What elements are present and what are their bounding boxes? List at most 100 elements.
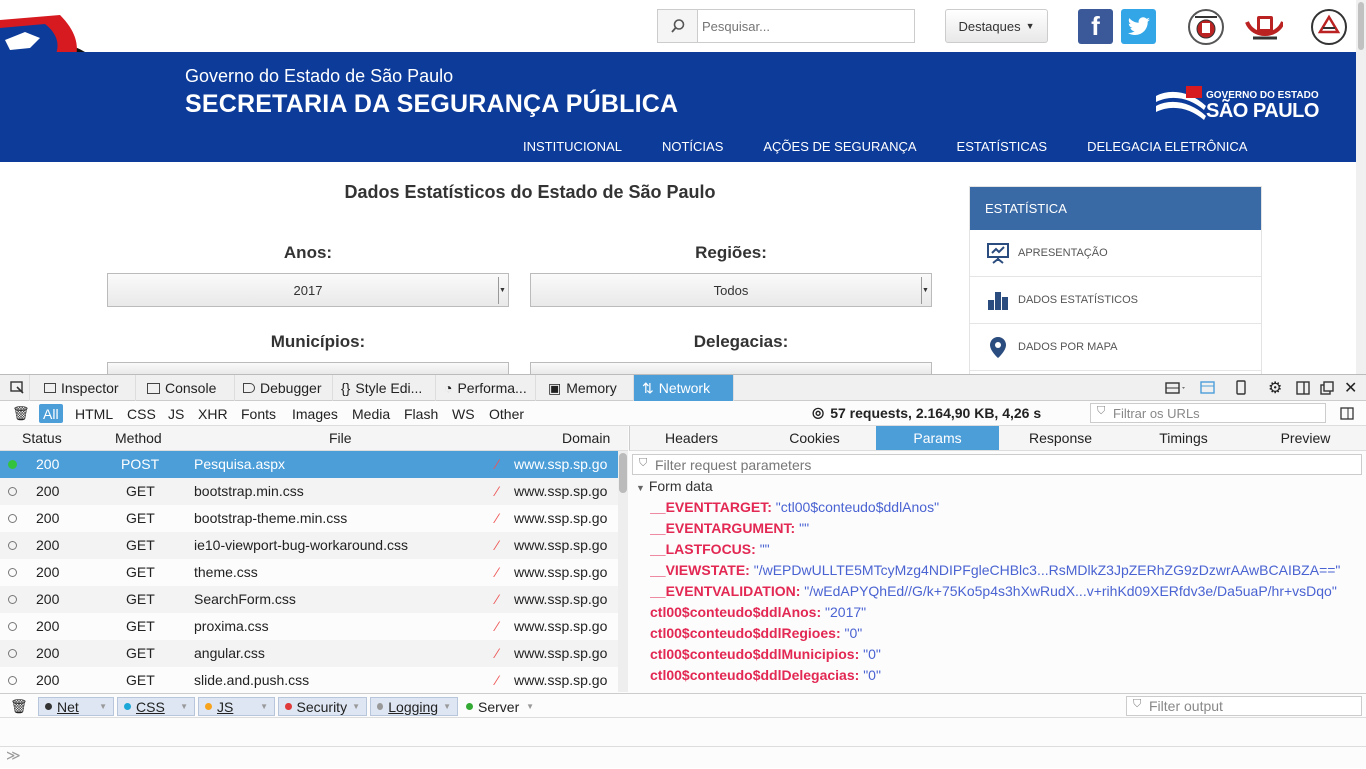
- filter-xhr[interactable]: XHR: [194, 404, 232, 423]
- console-filter-server[interactable]: Server ▼: [460, 697, 540, 716]
- regions-select[interactable]: Todos ▼: [530, 273, 932, 307]
- search-button[interactable]: [658, 10, 698, 42]
- government-logo[interactable]: GOVERNO DO ESTADO SÃO PAULO: [1156, 84, 1331, 124]
- dock-side-icon[interactable]: [1296, 375, 1310, 401]
- responsive-mode-icon[interactable]: [1234, 375, 1248, 401]
- request-row[interactable]: 200 GET SearchForm.css ⁄ www.ssp.sp.go: [0, 586, 628, 613]
- tab-style-editor[interactable]: {} Style Edi...: [333, 375, 436, 401]
- highlights-dropdown[interactable]: Destaques ▼: [945, 9, 1048, 43]
- close-icon[interactable]: ✕: [1344, 375, 1357, 401]
- request-row[interactable]: 200 GET proxima.css ⁄ www.ssp.sp.go: [0, 613, 628, 640]
- nav-delegacia[interactable]: DELEGACIA ELETRÔNICA: [1067, 139, 1267, 154]
- row-status: 200: [36, 645, 60, 661]
- page-scrollbar[interactable]: [1356, 0, 1366, 374]
- precincts-select[interactable]: [530, 362, 932, 374]
- param-row: __LASTFOCUS: "": [650, 541, 770, 557]
- filter-label: Security: [296, 698, 348, 715]
- caret-down-icon: ▼: [1025, 21, 1035, 31]
- filter-images[interactable]: Images: [288, 404, 342, 423]
- console-filter-js[interactable]: JS ▼: [198, 697, 275, 716]
- nav-acoes[interactable]: AÇÕES DE SEGURANÇA: [743, 139, 936, 154]
- scientific-police-badge-icon[interactable]: [1309, 8, 1349, 46]
- tab-headers[interactable]: Headers: [630, 426, 753, 450]
- search-input[interactable]: [702, 16, 902, 36]
- row-file: bootstrap.min.css: [194, 483, 304, 499]
- url-filter-input[interactable]: ⛉ Filtrar os URLs: [1090, 403, 1326, 423]
- request-row[interactable]: 200 GET bootstrap-theme.min.css ⁄ www.ss…: [0, 505, 628, 532]
- filter-other[interactable]: Other: [485, 404, 528, 423]
- undock-window-icon[interactable]: [1320, 375, 1334, 401]
- element-picker-icon[interactable]: [0, 375, 30, 401]
- param-row: ctl00$conteudo$ddlRegioes: "0": [650, 625, 863, 641]
- tab-timings[interactable]: Timings: [1122, 426, 1245, 450]
- col-method[interactable]: Method: [115, 430, 162, 446]
- debugger-icon: [243, 383, 255, 393]
- form-data-section[interactable]: ▼ Form data: [636, 478, 713, 494]
- toggle-sidebar-icon[interactable]: [1336, 404, 1358, 423]
- console-clear-trash-icon[interactable]: 🗑: [4, 697, 34, 716]
- row-file: angular.css: [194, 645, 265, 661]
- twitter-icon[interactable]: [1121, 9, 1156, 44]
- filter-css[interactable]: CSS: [123, 404, 160, 423]
- status-dot-icon: [8, 568, 17, 577]
- filter-media[interactable]: Media: [348, 404, 394, 423]
- filter-js[interactable]: JS: [164, 404, 188, 423]
- sidebar-item-map[interactable]: DADOS POR MAPA: [970, 324, 1261, 371]
- request-row[interactable]: 200 GET slide.and.push.css ⁄ www.ssp.sp.…: [0, 667, 628, 692]
- row-method: GET: [126, 483, 155, 499]
- filter-ws[interactable]: WS: [448, 404, 479, 423]
- facebook-icon[interactable]: f: [1078, 9, 1113, 44]
- console-filter-css[interactable]: CSS ▼: [117, 697, 195, 716]
- tab-debugger[interactable]: Debugger: [235, 375, 333, 401]
- filter-html[interactable]: HTML: [71, 404, 117, 423]
- col-file[interactable]: File: [329, 430, 352, 446]
- sidebar-item-presentation[interactable]: APRESENTAÇÃO: [970, 230, 1261, 277]
- scrollbar-thumb[interactable]: [1358, 2, 1364, 50]
- row-method: GET: [126, 618, 155, 634]
- nav-noticias[interactable]: NOTÍCIAS: [642, 139, 743, 154]
- tab-preview[interactable]: Preview: [1244, 426, 1366, 450]
- tab-performance[interactable]: ◔ Performa...: [436, 375, 536, 401]
- col-domain[interactable]: Domain: [562, 430, 610, 446]
- map-pin-icon: [986, 335, 1010, 359]
- top-bar: Destaques ▼ f: [0, 0, 1366, 162]
- nav-institucional[interactable]: INSTITUCIONAL: [503, 139, 642, 154]
- tab-inspector[interactable]: Inspector: [36, 375, 136, 401]
- years-select[interactable]: 2017 ▼: [107, 273, 509, 307]
- split-console-icon[interactable]: [1200, 375, 1216, 401]
- console-filter-input[interactable]: ⛉ Filter output: [1126, 696, 1362, 716]
- military-police-badge-icon[interactable]: [1186, 8, 1226, 46]
- request-list-scrollbar[interactable]: [618, 451, 628, 692]
- console-input[interactable]: ≫: [0, 746, 1366, 769]
- col-status[interactable]: Status: [22, 430, 62, 446]
- status-dot-icon: [8, 460, 17, 469]
- tab-params[interactable]: Params: [876, 426, 999, 450]
- request-row[interactable]: 200 GET bootstrap.min.css ⁄ www.ssp.sp.g…: [0, 478, 628, 505]
- console-filter-logging[interactable]: Logging ▼: [370, 697, 458, 716]
- clear-trash-icon[interactable]: 🗑: [8, 404, 34, 423]
- console-filter-security[interactable]: Security ▼: [278, 697, 367, 716]
- tab-network[interactable]: ⇅ Network: [634, 375, 734, 401]
- request-row[interactable]: 200 GET theme.css ⁄ www.ssp.sp.go: [0, 559, 628, 586]
- row-domain: www.ssp.sp.go: [514, 618, 608, 634]
- request-row[interactable]: 200 GET angular.css ⁄ www.ssp.sp.go: [0, 640, 628, 667]
- state-coat-of-arms-icon[interactable]: [1243, 8, 1283, 46]
- param-filter-input[interactable]: ⛉ Filter request parameters: [632, 454, 1362, 475]
- tab-memory[interactable]: ▣ Memory: [536, 375, 634, 401]
- dock-layout-icon[interactable]: [1165, 375, 1187, 401]
- filter-fonts[interactable]: Fonts: [237, 404, 280, 423]
- tab-cookies[interactable]: Cookies: [753, 426, 876, 450]
- filter-all[interactable]: All: [39, 404, 63, 423]
- nav-estatisticas[interactable]: ESTATÍSTICAS: [937, 139, 1068, 154]
- tab-response[interactable]: Response: [999, 426, 1122, 450]
- console-filter-net[interactable]: Net ▼: [38, 697, 114, 716]
- scrollbar-thumb[interactable]: [619, 453, 627, 493]
- request-row[interactable]: 200 POST Pesquisa.aspx ⁄ www.ssp.sp.go: [0, 451, 628, 478]
- municipalities-select[interactable]: [107, 362, 509, 374]
- filter-flash[interactable]: Flash: [400, 404, 442, 423]
- request-row[interactable]: 200 GET ie10-viewport-bug-workaround.css…: [0, 532, 628, 559]
- settings-gear-icon[interactable]: ⚙: [1268, 375, 1282, 401]
- row-file: Pesquisa.aspx: [194, 456, 286, 472]
- sidebar-item-statistics[interactable]: DADOS ESTATÍSTICOS: [970, 277, 1261, 324]
- tab-console[interactable]: Console: [139, 375, 235, 401]
